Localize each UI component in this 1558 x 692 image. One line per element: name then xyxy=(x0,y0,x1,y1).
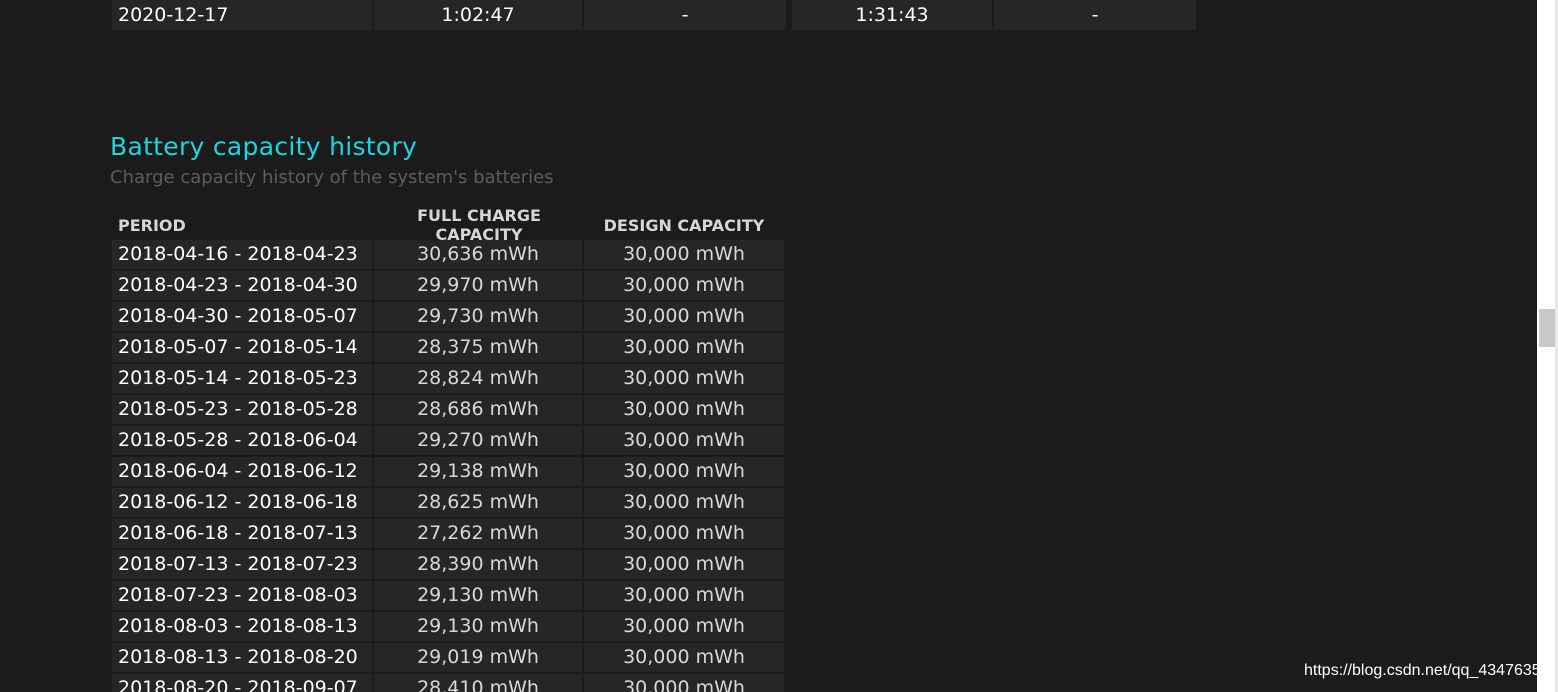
full-charge-cell: 29,730 mWh xyxy=(374,302,582,331)
design-capacity-cell: 30,000 mWh xyxy=(584,581,784,610)
full-charge-cell: 29,970 mWh xyxy=(374,271,582,300)
table-row: 2018-05-14 - 2018-05-23 28,824 mWh 30,000 … xyxy=(112,364,784,395)
design-capacity-cell: 30,000 mWh xyxy=(584,457,784,486)
period-cell: 2018-07-23 - 2018-08-03 xyxy=(112,581,372,610)
period-cell: 2018-04-16 - 2018-04-23 xyxy=(112,240,372,269)
full-charge-cell: 28,686 mWh xyxy=(374,395,582,424)
table-row: 2018-08-20 - 2018-09-07 28,410 mWh 30,000 … xyxy=(112,674,784,692)
period-cell: 2018-04-23 - 2018-04-30 xyxy=(112,271,372,300)
design-capacity-cell: 30,000 mWh xyxy=(584,674,784,692)
date-cell: 2020-12-17 xyxy=(112,0,374,30)
full-charge-cell: 29,138 mWh xyxy=(374,457,582,486)
header-design-capacity: DESIGN CAPACITY xyxy=(603,215,765,235)
section-subtitle: Charge capacity history of the system's … xyxy=(110,167,554,188)
period-cell: 2018-07-13 - 2018-07-23 xyxy=(112,550,372,579)
period-cell: 2018-05-28 - 2018-06-04 xyxy=(112,426,372,455)
full-charge-cell: 28,375 mWh xyxy=(374,333,582,362)
design-capacity-cell: 30,000 mWh xyxy=(584,488,784,517)
table-row: 2018-06-12 - 2018-06-18 28,625 mWh 30,000 … xyxy=(112,488,784,519)
table-row: 2020-12-17 1:02:47 - 1:31:43 - xyxy=(112,0,1196,30)
table-row: 2018-05-23 - 2018-05-28 28,686 mWh 30,000 … xyxy=(112,395,784,426)
period-cell: 2018-08-03 - 2018-08-13 xyxy=(112,612,372,641)
design-capacity-cell: 30,000 mWh xyxy=(584,550,784,579)
table-row: 2018-08-13 - 2018-08-20 29,019 mWh 30,000 … xyxy=(112,643,784,674)
design-capacity-cell: 30,000 mWh xyxy=(584,612,784,641)
battery-report-page: 2020-12-17 1:02:47 - 1:31:43 - Battery c… xyxy=(0,0,1558,692)
design-capacity-cell: 30,000 mWh xyxy=(584,240,784,269)
period-cell: 2018-05-14 - 2018-05-23 xyxy=(112,364,372,393)
design-capacity-cell: 30,000 mWh xyxy=(584,426,784,455)
watermark: https://blog.csdn.net/qq_43476353 xyxy=(1304,662,1550,679)
table-body: 2018-04-16 - 2018-04-23 30,636 mWh 30,000 … xyxy=(112,240,784,692)
design-capacity-cell: 30,000 mWh xyxy=(584,333,784,362)
full-charge-cell: 29,019 mWh xyxy=(374,643,582,672)
table-row: 2018-04-30 - 2018-05-07 29,730 mWh 30,000 … xyxy=(112,302,784,333)
capacity-history-table: PERIOD FULL CHARGE CAPACITY DESIGN CAPAC… xyxy=(112,206,784,692)
table-row: 2018-04-23 - 2018-04-30 29,970 mWh 30,000 … xyxy=(112,271,784,302)
section-title: Battery capacity history xyxy=(110,132,418,161)
design-capacity-cell: 30,000 mWh xyxy=(584,395,784,424)
period-cell: 2018-08-20 - 2018-09-07 xyxy=(112,674,372,692)
table-row: 2018-04-16 - 2018-04-23 30,636 mWh 30,000 … xyxy=(112,240,784,271)
period-cell: 2018-05-23 - 2018-05-28 xyxy=(112,395,372,424)
table-header: PERIOD FULL CHARGE CAPACITY DESIGN CAPAC… xyxy=(112,206,784,244)
header-full-charge-capacity: FULL CHARGE CAPACITY xyxy=(417,206,541,244)
table-row: 2018-06-18 - 2018-07-13 27,262 mWh 30,000 … xyxy=(112,519,784,550)
full-charge-cell: 30,636 mWh xyxy=(374,240,582,269)
table-row: 2018-07-13 - 2018-07-23 28,390 mWh 30,000 … xyxy=(112,550,784,581)
previous-table: 2020-12-17 1:02:47 - 1:31:43 - xyxy=(112,0,1196,30)
value-cell: - xyxy=(994,0,1196,30)
table-row: 2018-07-23 - 2018-08-03 29,130 mWh 30,000 … xyxy=(112,581,784,612)
full-charge-cell: 29,130 mWh xyxy=(374,612,582,641)
table-row: 2018-05-28 - 2018-06-04 29,270 mWh 30,000 … xyxy=(112,426,784,457)
full-charge-cell: 27,262 mWh xyxy=(374,519,582,548)
full-charge-cell: 28,625 mWh xyxy=(374,488,582,517)
full-charge-cell: 28,410 mWh xyxy=(374,674,582,692)
full-charge-cell: 29,130 mWh xyxy=(374,581,582,610)
period-cell: 2018-06-12 - 2018-06-18 xyxy=(112,488,372,517)
design-capacity-cell: 30,000 mWh xyxy=(584,519,784,548)
period-cell: 2018-04-30 - 2018-05-07 xyxy=(112,302,372,331)
design-capacity-cell: 30,000 mWh xyxy=(584,271,784,300)
period-cell: 2018-06-18 - 2018-07-13 xyxy=(112,519,372,548)
value-cell: - xyxy=(584,0,788,30)
duration-cell: 1:31:43 xyxy=(792,0,994,30)
duration-cell: 1:02:47 xyxy=(374,0,584,30)
full-charge-cell: 28,824 mWh xyxy=(374,364,582,393)
table-row: 2018-08-03 - 2018-08-13 29,130 mWh 30,000 … xyxy=(112,612,784,643)
table-row: 2018-05-07 - 2018-05-14 28,375 mWh 30,000 … xyxy=(112,333,784,364)
design-capacity-cell: 30,000 mWh xyxy=(584,364,784,393)
table-row: 2018-06-04 - 2018-06-12 29,138 mWh 30,000 … xyxy=(112,457,784,488)
period-cell: 2018-08-13 - 2018-08-20 xyxy=(112,643,372,672)
scrollbar-thumb[interactable] xyxy=(1539,309,1556,347)
period-cell: 2018-06-04 - 2018-06-12 xyxy=(112,457,372,486)
header-period: PERIOD xyxy=(118,215,186,235)
full-charge-cell: 29,270 mWh xyxy=(374,426,582,455)
design-capacity-cell: 30,000 mWh xyxy=(584,302,784,331)
design-capacity-cell: 30,000 mWh xyxy=(584,643,784,672)
full-charge-cell: 28,390 mWh xyxy=(374,550,582,579)
period-cell: 2018-05-07 - 2018-05-14 xyxy=(112,333,372,362)
